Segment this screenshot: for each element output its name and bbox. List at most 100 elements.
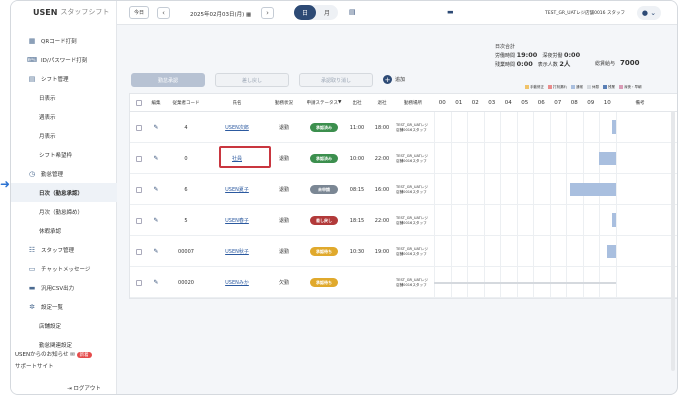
filter-icon[interactable]: ▼ <box>338 100 341 105</box>
sidebar-item[interactable]: 日次（勤怠承認） <box>11 183 117 202</box>
work-location: TEST_GR_UATレジ店舗0016スタッフ <box>396 278 429 287</box>
table-body: ✎ 4 USEN次郎 退勤 承認済み 11:00 18:00 TEST_GR_UATレジ店舗0… <box>130 112 677 298</box>
day-view-button[interactable]: 日 <box>294 5 316 20</box>
prev-day-button[interactable]: ‹ <box>157 7 170 19</box>
shift-bar[interactable] <box>607 245 616 258</box>
edit-pencil-icon[interactable]: ✎ <box>153 186 158 193</box>
work-status: 退勤 <box>278 218 289 224</box>
edit-pencil-icon[interactable]: ✎ <box>153 248 158 255</box>
sidebar-item[interactable]: ▦ QRコード打刻 <box>11 31 117 50</box>
sidebar-item[interactable]: 月表示 <box>11 126 117 145</box>
sidebar-item-label: ID/パスワード打刻 <box>41 57 88 64</box>
sidebar-item[interactable]: ◷ 勤怠管理 <box>11 164 117 183</box>
edit-pencil-icon[interactable]: ✎ <box>153 279 158 286</box>
sidebar-item-label: QRコード打刻 <box>41 38 77 45</box>
sidebar-item-label: 月次（勤怠締め） <box>39 209 84 216</box>
row-checkbox[interactable] <box>136 248 142 255</box>
hour-gridline <box>566 143 567 173</box>
logout-link[interactable]: ⇥ ログアウト <box>67 384 101 392</box>
work-status: 退勤 <box>278 156 289 162</box>
cancel-approval-button[interactable]: 承認取り消し <box>299 73 373 87</box>
reject-button[interactable]: 差し戻し <box>215 73 289 87</box>
employee-name-link[interactable]: USEN夏子 <box>225 186 249 193</box>
status-badge: 未申請 <box>310 185 338 194</box>
edit-pencil-icon[interactable]: ✎ <box>153 155 158 162</box>
plus-icon: + <box>383 75 392 84</box>
support-link[interactable]: サポートサイト <box>15 362 92 370</box>
shift-bar[interactable] <box>570 183 616 196</box>
sidebar-item[interactable]: シフト希望枠 <box>11 145 117 164</box>
hour-gridline <box>549 143 551 173</box>
table-row[interactable]: ✎ 5 USEN春子 退勤 差し戻し 18:15 22:00 TEST_GR_UATレジ店舗0… <box>130 205 677 236</box>
list-icon[interactable]: ▤ <box>349 8 356 16</box>
sidebar-item-label: 店舗設定 <box>39 323 62 330</box>
shift-bar[interactable] <box>611 213 616 227</box>
work-location: TEST_GR_UATレジ店舗0016スタッフ <box>396 154 429 163</box>
table-row[interactable]: ✎ 00020 USENみか 欠勤 承認待ち TEST_GR_UATレジ店舗0016スタッ… <box>130 267 677 298</box>
news-link[interactable]: USENからのお知らせ ✉ 新着 <box>15 350 92 360</box>
sidebar-item[interactable]: ✲ 設定一覧 <box>11 297 117 316</box>
edit-cell: ✎ <box>148 174 164 205</box>
sidebar-item[interactable]: ▬ 汎用CSV出力 <box>11 278 117 297</box>
sidebar-item[interactable]: 休暇承認 <box>11 221 117 240</box>
table-row[interactable]: ✎ 0 社員 退勤 承認済み 10:00 22:00 TEST_GR_UATレジ店舗0016ス… <box>130 143 677 174</box>
employee-name-link[interactable]: USENみか <box>225 279 249 286</box>
add-button[interactable]: + 追加 <box>383 75 405 84</box>
hour-gridline <box>516 143 518 173</box>
shift-bar[interactable] <box>599 152 616 165</box>
edit-pencil-icon[interactable]: ✎ <box>153 217 158 224</box>
hour-gridline <box>500 143 501 173</box>
employee-name-link[interactable]: USEN春子 <box>225 217 249 224</box>
hour-gridline <box>434 236 435 266</box>
sidebar-item[interactable]: ⌨ ID/パスワード打刻 <box>11 50 117 69</box>
sidebar-item[interactable]: 月次（勤怠締め） <box>11 202 117 221</box>
message-icon[interactable]: ▬ <box>447 8 454 16</box>
legend: 手動修正 打刻漏れ 通常 休憩 残業 深夜・早朝 <box>525 85 642 90</box>
sidebar-item-label: チャットメッセージ <box>41 266 91 273</box>
work-location: TEST_GR_UATレジ店舗0016スタッフ <box>396 185 429 194</box>
hour-gridline <box>467 205 468 235</box>
work-status: 退勤 <box>278 187 289 193</box>
sidebar-item[interactable]: ▤ シフト管理 <box>11 69 117 88</box>
sidebar-item[interactable]: 店舗設定 <box>11 316 117 335</box>
hour-gridline <box>500 174 501 204</box>
edit-cell: ✎ <box>148 205 164 236</box>
user-avatar[interactable]: ● ⌄ <box>637 6 661 20</box>
edit-pencil-icon[interactable]: ✎ <box>153 124 158 131</box>
highlight-box <box>219 146 271 168</box>
table-row[interactable]: ✎ 00007 USEN秋子 退勤 承認待ち 10:30 19:00 TEST_GR_UATレ… <box>130 236 677 267</box>
sidebar-item-label: 設定一覧 <box>41 304 64 311</box>
scrollbar[interactable] <box>671 111 675 371</box>
approve-button[interactable]: 勤怠承認 <box>131 73 205 87</box>
calendar-icon[interactable]: ▦ <box>246 12 251 18</box>
table-row[interactable]: ✎ 4 USEN次郎 退勤 承認済み 11:00 18:00 TEST_GR_UATレジ店舗0… <box>130 112 677 143</box>
date-display: 2025年02月03日(月) ▦ <box>190 12 252 18</box>
month-view-button[interactable]: 月 <box>316 5 338 20</box>
row-checkbox[interactable] <box>136 186 142 193</box>
clock-out: 22:00 <box>374 155 390 162</box>
row-checkbox[interactable] <box>136 217 142 224</box>
hour-gridline <box>500 112 501 142</box>
hour-header: 03 <box>488 99 496 106</box>
legend-item: 手動修正 <box>525 85 544 90</box>
employee-name-link[interactable]: USEN次郎 <box>225 124 249 131</box>
shift-bar[interactable] <box>611 120 616 134</box>
hour-gridline <box>500 236 501 266</box>
sidebar-item[interactable]: ▭ チャットメッセージ <box>11 259 117 278</box>
sidebar-item[interactable]: 日表示 <box>11 88 117 107</box>
employee-name-link[interactable]: USEN秋子 <box>225 248 249 255</box>
next-day-button[interactable]: › <box>261 7 274 19</box>
table-row[interactable]: ✎ 6 USEN夏子 退勤 未申請 08:15 16:00 TEST_GR_UATレジ店舗00… <box>130 174 677 205</box>
sidebar-footer: USENからのお知らせ ✉ 新着 サポートサイト <box>15 350 92 370</box>
sidebar-item[interactable]: ☷ スタッフ管理 <box>11 240 117 259</box>
work-location-cell: TEST_GR_UATレジ店舗0016スタッフ <box>396 112 430 143</box>
row-checkbox[interactable] <box>136 155 142 162</box>
sidebar-item-label: 日次（勤怠承認） <box>39 190 84 197</box>
today-button[interactable]: 今日 <box>129 6 149 19</box>
select-all-checkbox[interactable] <box>136 99 142 106</box>
row-checkbox[interactable] <box>136 124 142 131</box>
row-checkbox-cell <box>130 143 148 174</box>
row-checkbox[interactable] <box>136 279 142 286</box>
sidebar-item[interactable]: 週表示 <box>11 107 117 126</box>
brand-logo: USEN スタッフシフト <box>33 7 110 17</box>
